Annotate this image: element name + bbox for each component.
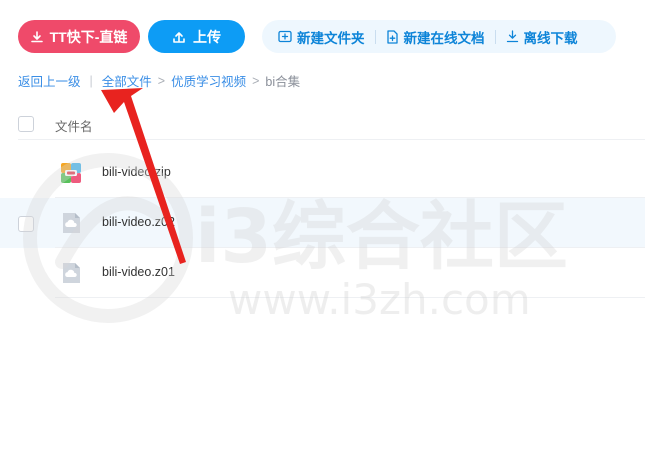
upload-button[interactable]: 上传 <box>148 20 245 53</box>
breadcrumb: 返回上一级 | 全部文件 > 优质学习视频 > bi合集 <box>18 71 300 90</box>
table-row[interactable]: bili-video.z01 <box>0 248 645 298</box>
new-online-doc-label: 新建在线文档 <box>403 30 485 46</box>
row-checkbox[interactable] <box>18 216 34 232</box>
tt-fast-download-label: TT快下-直链 <box>49 28 128 45</box>
download-icon <box>30 30 43 42</box>
table-row[interactable]: bili-video.zip <box>0 148 645 198</box>
new-online-doc-button[interactable]: 新建在线文档 <box>386 27 485 47</box>
unknown-file-icon <box>63 213 80 233</box>
offline-download-label: 离线下载 <box>523 30 578 46</box>
back-link[interactable]: 返回上一级 <box>18 71 81 90</box>
upload-label: 上传 <box>193 28 221 45</box>
new-folder-button[interactable]: 新建文件夹 <box>278 27 365 47</box>
offline-download-button[interactable]: 离线下载 <box>506 27 578 47</box>
toolbar: TT快下-直链 上传 新建文件夹 新建在线文档 离线下载 <box>18 20 628 54</box>
column-filename: 文件名 <box>55 120 93 134</box>
download-icon <box>506 30 518 43</box>
unknown-file-icon <box>63 263 80 283</box>
table-header: 文件名 <box>0 108 645 140</box>
crumb-all-files[interactable]: 全部文件 <box>102 71 152 90</box>
action-group: 新建文件夹 新建在线文档 离线下载 <box>262 20 616 53</box>
file-name[interactable]: bili-video.zip <box>102 165 171 179</box>
file-name[interactable]: bili-video.z02 <box>102 215 175 229</box>
upload-icon <box>173 31 185 43</box>
new-folder-label: 新建文件夹 <box>297 30 365 46</box>
header-divider <box>18 139 645 140</box>
tt-fast-download-button[interactable]: TT快下-直链 <box>18 20 140 53</box>
document-plus-icon <box>386 29 398 44</box>
folder-plus-icon <box>278 30 292 43</box>
archive-file-icon <box>61 163 81 183</box>
breadcrumb-arrow: > <box>157 73 166 88</box>
breadcrumb-arrow: > <box>252 73 260 88</box>
breadcrumb-separator: | <box>89 73 93 88</box>
action-divider <box>374 29 376 44</box>
table-row[interactable]: bili-video.z02 <box>0 198 645 248</box>
row-divider <box>55 297 645 298</box>
crumb-study-videos[interactable]: 优质学习视频 <box>171 71 246 90</box>
action-divider <box>494 29 496 44</box>
select-all-checkbox[interactable] <box>18 116 34 132</box>
file-name[interactable]: bili-video.z01 <box>102 265 175 279</box>
crumb-current: bi合集 <box>265 75 301 89</box>
